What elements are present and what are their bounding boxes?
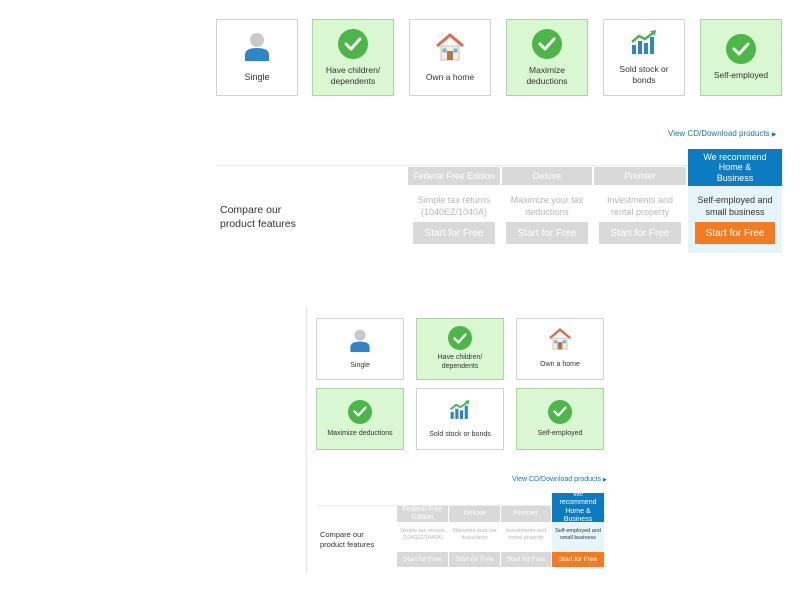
- filter-tile-sold-stock[interactable]: Sold stock or bonds: [603, 19, 685, 96]
- filter-tile-single[interactable]: Single: [216, 19, 298, 96]
- filter-tile-maximize-deductions[interactable]: Maximize deductions: [506, 19, 588, 96]
- product-desc: Maximize your tax deductions: [510, 195, 584, 217]
- house-icon: [435, 32, 465, 66]
- chevron-right-icon: ▶: [602, 477, 607, 483]
- check-circle-icon: [726, 34, 756, 65]
- chevron-right-icon: ▶: [771, 132, 777, 138]
- start-free-button[interactable]: Start for Free: [506, 222, 588, 245]
- cd-download-link[interactable]: View CD/Download products ▶: [668, 129, 777, 138]
- start-free-button[interactable]: Start for Free: [599, 222, 681, 245]
- filter-tile-self-employed[interactable]: Self-employed: [700, 19, 782, 96]
- filter-label: Single: [350, 361, 370, 369]
- product-desc: Simple tax returns (1040EZ/1040A): [400, 528, 445, 542]
- stock-chart-icon: [630, 29, 658, 60]
- product-desc: Simple tax returns (1040EZ/1040A): [417, 195, 491, 217]
- filter-tile-children[interactable]: Have children/ dependents: [312, 19, 394, 96]
- product-desc: Maximize your tax deductions: [452, 528, 497, 542]
- filter-label: Sold stock or bonds: [429, 430, 491, 438]
- filter-label: Self-employed: [713, 70, 769, 81]
- product-header-free: Federal Free Edition: [397, 506, 448, 522]
- product-header-free: Federal Free Edition: [408, 167, 500, 185]
- product-column-premier: Investments and rental property Start fo…: [501, 522, 551, 567]
- compare-label: Compare our product features: [220, 204, 296, 231]
- filter-tile-own-home[interactable]: Own a home: [409, 19, 491, 96]
- page: Single Have children/ dependents Own a h…: [0, 0, 800, 600]
- product-header-recommended: We recommend Home & Business: [688, 149, 782, 186]
- product-column-free: Simple tax returns (1040EZ/1040A) Start …: [408, 186, 500, 253]
- product-column-free: Simple tax returns (1040EZ/1040A) Start …: [397, 522, 448, 567]
- filter-tile-sold-stock[interactable]: Sold stock or bonds: [416, 388, 504, 450]
- product-column-recommended: Self-employed and small business Start f…: [688, 186, 782, 253]
- check-circle-icon: [348, 399, 372, 424]
- start-free-button[interactable]: Start for Free: [552, 552, 604, 567]
- filter-label: Own a home: [540, 361, 580, 369]
- filter-tile-single[interactable]: Single: [316, 318, 404, 380]
- check-circle-icon: [548, 399, 572, 424]
- filter-label: Have children/ dependents: [325, 64, 381, 86]
- check-circle-icon: [532, 28, 562, 59]
- check-circle-icon: [448, 326, 472, 351]
- filter-label: Own a home: [425, 71, 475, 82]
- filter-tile-children[interactable]: Have children/ dependents: [416, 318, 504, 380]
- compare-label: Compare our product features: [320, 530, 375, 550]
- stock-chart-icon: [449, 399, 471, 425]
- check-circle-icon: [338, 28, 368, 59]
- start-free-button[interactable]: Start for Free: [695, 222, 775, 245]
- product-desc: Self-employed and small business: [555, 528, 601, 542]
- product-header-deluxe: Deluxe: [449, 506, 500, 522]
- filter-label: Self-employed: [537, 429, 583, 437]
- product-column-deluxe: Maximize your tax deductions Start for F…: [449, 522, 500, 567]
- filter-tile-own-home[interactable]: Own a home: [516, 318, 604, 380]
- product-column-premier: Investments and rental property Start fo…: [594, 186, 686, 253]
- start-free-button[interactable]: Start for Free: [449, 552, 500, 567]
- person-icon: [349, 328, 371, 357]
- filter-label: Sold stock or bonds: [619, 64, 669, 85]
- product-desc: Investments and rental property: [505, 528, 547, 542]
- filter-label: Single: [244, 72, 270, 83]
- product-desc: Self-employed and small business: [697, 195, 773, 217]
- product-header-recommended: We recommend Home & Business: [552, 491, 604, 523]
- product-column-deluxe: Maximize your tax deductions Start for F…: [502, 186, 592, 253]
- filter-label: Have children/ dependents: [437, 354, 483, 370]
- start-free-button[interactable]: Start for Free: [413, 222, 495, 245]
- house-icon: [548, 328, 572, 355]
- person-icon: [244, 31, 270, 66]
- product-header-deluxe: Deluxe: [502, 167, 592, 185]
- filter-tile-maximize-deductions[interactable]: Maximize deductions: [316, 388, 404, 450]
- cd-download-link[interactable]: View CD/Download products ▶: [512, 476, 607, 483]
- product-column-recommended: Self-employed and small business Start f…: [552, 522, 604, 567]
- filter-label: Maximize deductions: [327, 429, 393, 437]
- divider: [306, 308, 307, 572]
- product-desc: Investments and rental property: [606, 195, 674, 217]
- start-free-button[interactable]: Start for Free: [397, 552, 448, 567]
- filter-label: Maximize deductions: [526, 64, 568, 86]
- filter-tile-self-employed[interactable]: Self-employed: [516, 388, 604, 450]
- product-header-premier: Premier: [594, 167, 686, 185]
- start-free-button[interactable]: Start for Free: [501, 552, 551, 567]
- product-header-premier: Premier: [501, 506, 551, 522]
